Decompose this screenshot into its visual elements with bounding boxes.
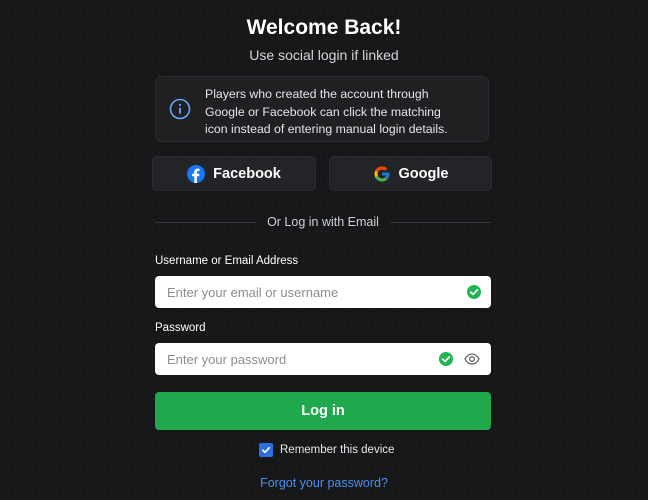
show-password-eye-icon[interactable] — [464, 352, 480, 366]
remember-device: Remember this device — [259, 442, 394, 458]
divider-text: Or Log in with Email — [267, 215, 379, 229]
forgot-password-link[interactable]: Forgot your password? — [0, 476, 648, 490]
valid-check-icon — [439, 352, 453, 366]
username-label: Username or Email Address — [155, 255, 299, 267]
divider-line — [155, 221, 257, 223]
page-title: Welcome Back! — [246, 16, 402, 39]
divider-line — [389, 221, 492, 223]
email-divider: Or Log in with Email — [155, 214, 492, 230]
google-login-button[interactable]: Google — [329, 156, 492, 191]
info-line: Players who created the account through — [205, 87, 429, 101]
facebook-icon — [187, 164, 206, 183]
google-label: Google — [398, 165, 449, 182]
info-notice: Players who created the account through … — [155, 76, 489, 142]
remember-checkbox[interactable] — [259, 443, 273, 457]
info-line: icon instead of entering manual login de… — [205, 122, 448, 136]
remember-label: Remember this device — [280, 444, 395, 456]
password-label: Password — [155, 322, 206, 334]
page-subtitle: Use social login if linked — [249, 47, 399, 63]
password-input[interactable] — [155, 343, 425, 375]
info-line: Google or Facebook can click the matchin… — [205, 104, 441, 119]
username-input[interactable] — [155, 276, 425, 308]
username-field — [155, 276, 491, 308]
info-text: Players who created the account through … — [205, 86, 485, 139]
password-field — [155, 343, 491, 375]
info-icon — [169, 98, 191, 120]
google-icon — [374, 166, 390, 181]
checkmark-icon — [262, 446, 271, 454]
login-button[interactable]: Log in — [155, 392, 491, 430]
facebook-login-button[interactable]: Facebook — [152, 156, 316, 191]
facebook-label: Facebook — [213, 165, 281, 182]
valid-check-icon — [467, 285, 481, 299]
